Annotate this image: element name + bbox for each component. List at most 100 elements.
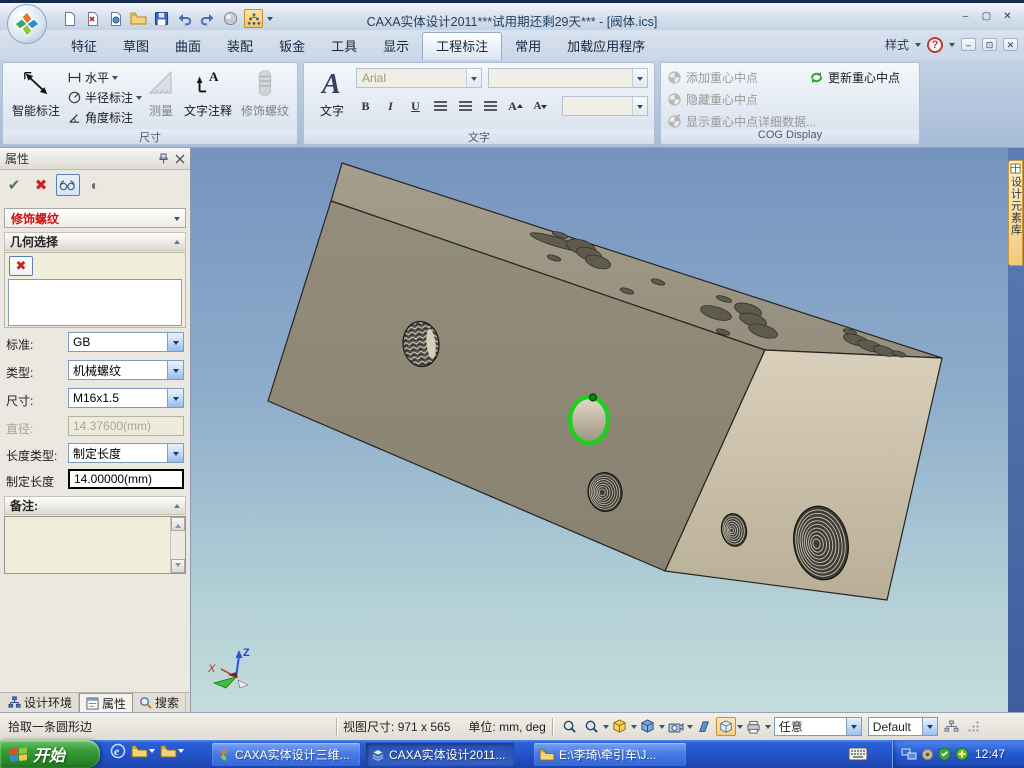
ie-icon[interactable]: e [110,743,126,759]
radius-dropdown-icon[interactable] [136,96,142,103]
remark-section-header[interactable]: 备注: [4,496,186,515]
task-explorer[interactable]: E:\李琦\牵引车\J... [534,743,686,766]
command-dropdown-icon[interactable] [174,217,180,224]
shaded-face-icon[interactable] [694,717,714,736]
radius-dimension-button[interactable]: 半径标注 [67,88,142,107]
confirm-icon[interactable]: ✔ [2,174,26,196]
tab-surface[interactable]: 曲面 [162,34,214,60]
length-input[interactable]: 14.00000(mm) [68,469,184,489]
grow-font-button[interactable]: A [504,95,527,117]
geometry-section-header[interactable]: 几何选择 [4,232,186,251]
tab-feature[interactable]: 特征 [58,34,110,60]
viewport-3d[interactable]: Z X [191,148,1008,712]
add-cog-button[interactable]: 添加重心中点 [667,67,758,87]
length-type-combo[interactable]: 制定长度 [68,443,184,463]
remark-collapse-icon[interactable] [174,501,180,508]
orient-dropdown-icon[interactable] [659,725,665,732]
display-mode-button[interactable] [716,717,736,736]
bold-button[interactable]: B [354,95,377,117]
align-right-button[interactable] [479,95,502,117]
underline-button[interactable]: U [404,95,427,117]
text-big-button[interactable]: A 文字 [312,66,352,119]
length-type-dropdown-icon[interactable] [167,444,183,462]
app-logo-button[interactable] [7,4,47,44]
update-tray-icon[interactable] [955,747,969,761]
render-sphere-icon[interactable] [221,9,240,28]
folder2-dropdown-icon[interactable] [178,749,184,756]
view-cube-dropdown-icon[interactable] [631,725,637,732]
folder-shortcut2-icon[interactable] [160,744,184,758]
panel-close-icon[interactable] [175,154,185,164]
align-center-button[interactable] [454,95,477,117]
render-quality-combo[interactable]: 任意 [774,717,862,736]
tab-tools[interactable]: 工具 [318,34,370,60]
tab-properties[interactable]: 属性 [79,693,133,712]
text-color-combo[interactable] [562,96,648,116]
doc-minimize-button[interactable]: ‒ [961,38,976,51]
input-method-icon[interactable] [848,747,868,761]
hide-cog-button[interactable]: 隐藏重心中点 [667,89,758,109]
standard-dropdown-icon[interactable] [167,333,183,351]
render-settings-icon[interactable] [744,717,764,736]
cancel-icon[interactable]: ✖ [29,174,53,196]
render-quality-dropdown-icon[interactable] [846,718,861,735]
task-caxa-3d[interactable]: CAXA实体设计三维... [212,743,360,766]
help-icon[interactable]: ? [927,37,943,53]
view-cube-icon[interactable] [610,717,630,736]
design-library-tab[interactable]: 设计元素库 [1008,160,1023,266]
tab-design-environment[interactable]: 设计环境 [2,693,79,712]
close-button[interactable]: ✕ [999,10,1016,25]
pattern-tool-icon[interactable] [244,9,263,28]
scroll-down-icon[interactable] [171,559,185,573]
security-shield-icon[interactable] [938,747,951,761]
qat-overflow-icon[interactable] [267,17,273,24]
render-dropdown-icon[interactable] [765,725,771,732]
edge-vertex-marker[interactable] [590,394,597,401]
style-menu[interactable]: 样式 [885,36,909,53]
undo-icon[interactable] [175,9,194,28]
config-dropdown-icon[interactable] [922,718,937,735]
import-file-icon[interactable] [83,9,102,28]
tab-display[interactable]: 显示 [370,34,422,60]
network-icon[interactable] [901,747,917,761]
measure-button[interactable]: 测量 [143,66,179,119]
tab-common[interactable]: 常用 [502,34,554,60]
cosmetic-thread-button[interactable]: 修饰螺纹 [237,66,293,119]
tab-sheetmetal[interactable]: 钣金 [266,34,318,60]
start-button[interactable]: 开始 [0,740,100,768]
text-annotation-button[interactable]: A 文字注释 [181,66,235,119]
audio-icon[interactable] [921,748,934,761]
folder-dropdown-icon[interactable] [149,749,155,756]
tab-search[interactable]: 搜索 [133,693,186,712]
tab-sketch[interactable]: 草图 [110,34,162,60]
italic-button[interactable]: I [379,95,402,117]
tab-assembly[interactable]: 装配 [214,34,266,60]
update-cog-button[interactable]: 更新重心中点 [809,67,900,87]
zoom-extent-icon[interactable] [582,717,602,736]
font-name-dropdown-icon[interactable] [466,69,481,87]
open-file-icon[interactable] [129,9,148,28]
camera-view-icon[interactable] [666,717,686,736]
command-combo[interactable]: 修饰螺纹 [4,208,186,228]
text-color-dropdown-icon[interactable] [632,97,647,115]
font-size-combo[interactable] [488,68,648,88]
resize-grip[interactable] [964,717,984,736]
scroll-up-icon[interactable] [171,517,185,531]
tab-load-application[interactable]: 加载应用程序 [554,34,658,60]
save-icon[interactable] [152,9,171,28]
task-caxa-2011[interactable]: CAXA实体设计2011... [366,743,514,766]
show-cog-detail-button[interactable]: 显示重心中点详细数据... [667,111,816,131]
tab-engineering-annotation[interactable]: 工程标注 [422,32,502,60]
clear-selection-button[interactable]: ✖ [9,256,33,276]
remark-scrollbar[interactable] [170,517,185,573]
folder-shortcut-icon[interactable] [131,744,155,758]
geometry-collapse-icon[interactable] [174,237,180,244]
structure-icon[interactable] [942,717,962,736]
doc-restore-button[interactable]: ⊡ [982,38,997,51]
preview-glasses-icon[interactable] [56,174,80,196]
align-left-button[interactable] [429,95,452,117]
maximize-button[interactable]: ▢ [978,10,995,25]
ribbon-minimize-icon[interactable] [949,43,955,50]
horizontal-dimension-button[interactable]: 水平 [67,68,118,87]
selection-list[interactable] [8,279,182,326]
